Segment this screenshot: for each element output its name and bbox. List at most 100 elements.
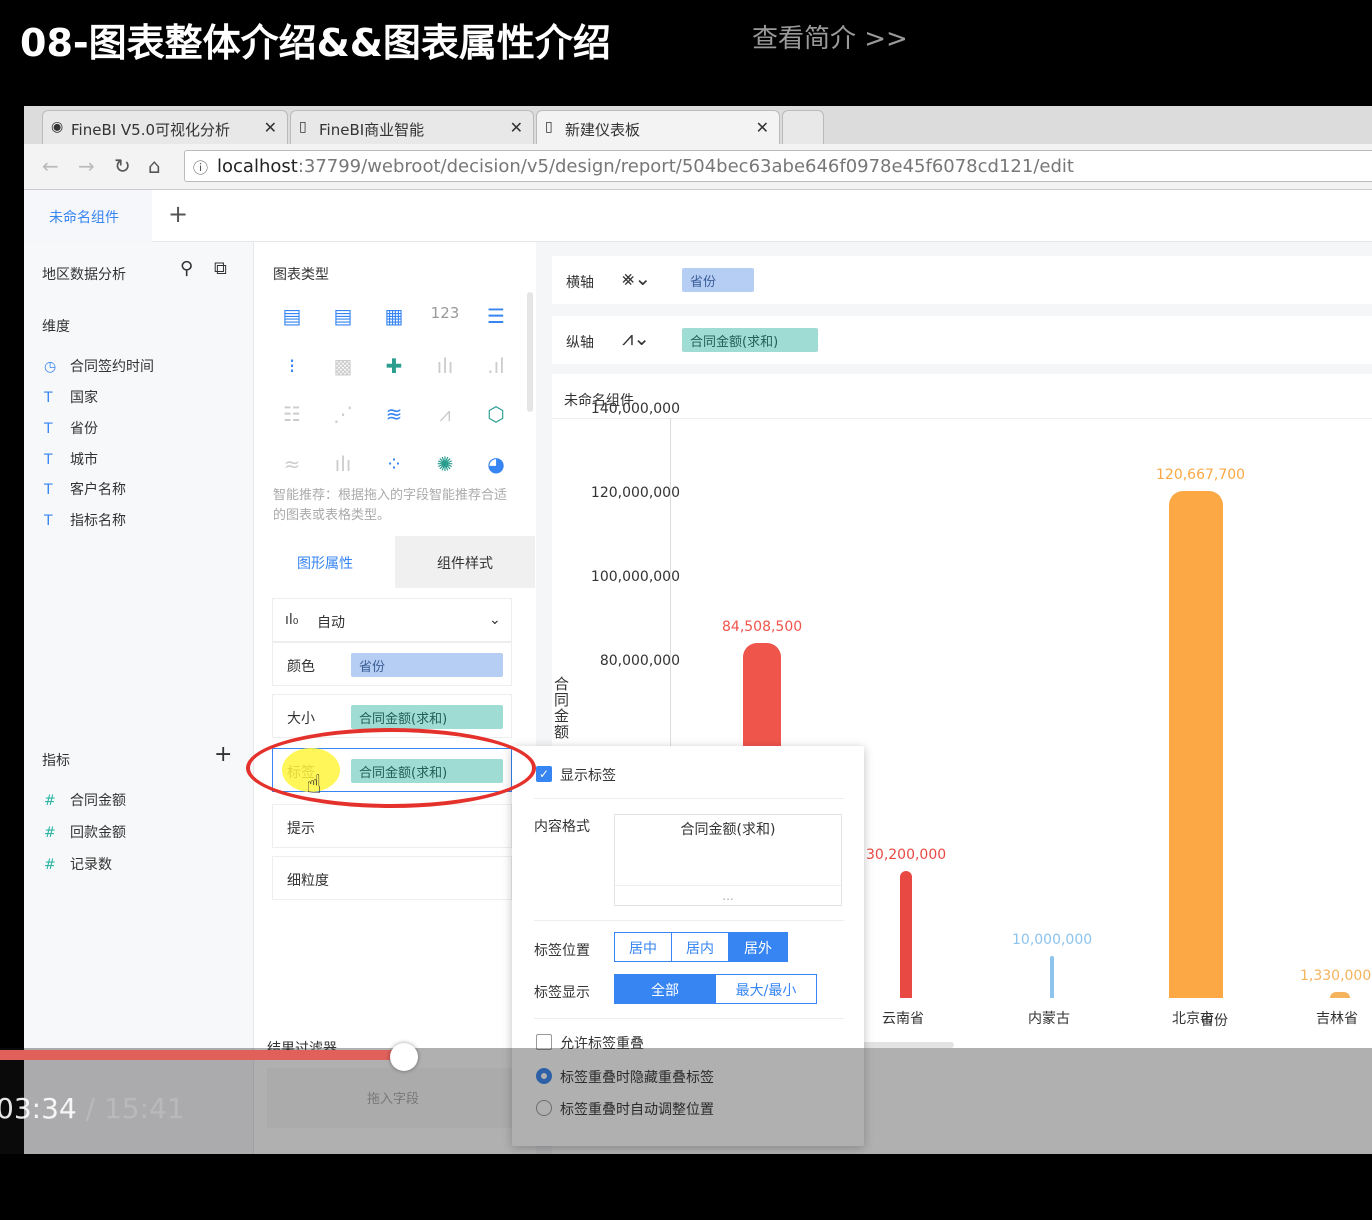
view-intro-link[interactable]: 查看简介 >> <box>752 18 908 55</box>
property-tabs: 图形属性 组件样式 <box>255 536 535 588</box>
dataset-name: 地区数据分析 <box>42 267 126 283</box>
area-chart-icon[interactable]: ⩘ <box>430 402 460 428</box>
content-field: 合同金额(求和) <box>680 822 776 838</box>
position-inside-button[interactable]: 居内 <box>671 932 729 962</box>
dimension-field[interactable]: T 省份 <box>44 418 98 438</box>
divider <box>534 920 844 921</box>
text-type-icon: T <box>44 421 53 437</box>
component-tab[interactable]: 未命名组件 <box>24 190 152 242</box>
number-type-icon: # <box>44 793 56 809</box>
multi-bar-icon[interactable]: ⁝ <box>277 354 307 380</box>
content-format-editor[interactable]: 合同金额(求和) ... <box>614 814 842 906</box>
tab-shape-properties[interactable]: 图形属性 <box>255 536 395 588</box>
y-axis-title: 合同金额 <box>554 675 570 741</box>
dimension-field[interactable]: T 国家 <box>44 387 98 407</box>
measure-field[interactable]: # 合同金额 <box>44 790 126 810</box>
auto-label: 自动 <box>317 615 345 631</box>
field-name: 合同签约时间 <box>70 359 154 375</box>
video-progress-bar[interactable] <box>0 1050 404 1060</box>
x-tick-label: 北京市 <box>1172 1011 1214 1027</box>
chart-config-pane: 图表类型 ▤ ▤ ▦ 123 ☰ ⁝ ▩ ✚ ılı .ıl ☷ ⋰ ≋ ⩘ ⬡… <box>255 242 535 1154</box>
tab-label: 新建仪表板 <box>565 121 641 139</box>
axis-type-icon[interactable]: ⨳⌄ <box>622 266 651 290</box>
display-all-button[interactable]: 全部 <box>614 974 716 1004</box>
scatter-mini-icon[interactable]: ⋰ <box>328 402 358 428</box>
position-center-button[interactable]: 居中 <box>614 932 672 962</box>
url-input[interactable]: ⓘ localhost:37799/webroot/decision/v5/de… <box>184 150 1372 182</box>
dimension-field[interactable]: T 城市 <box>44 449 98 469</box>
cross-table-icon[interactable]: ▦ <box>379 304 409 330</box>
field-name: 城市 <box>70 452 98 468</box>
stacked-bar-icon[interactable]: ☷ <box>277 402 307 428</box>
add-component-button[interactable]: + <box>168 200 188 228</box>
scatter-chart-icon[interactable]: ⁘ <box>379 452 409 478</box>
reload-icon[interactable]: ↻ <box>114 154 131 178</box>
video-progress-knob[interactable] <box>390 1043 418 1071</box>
detail-table-icon[interactable]: ☰ <box>481 304 511 330</box>
tooltip-property-row[interactable]: 提示 <box>272 804 512 848</box>
close-icon[interactable]: ✕ <box>510 118 523 137</box>
kpi-chart-icon[interactable]: 123 <box>430 304 460 330</box>
column-chart-icon[interactable]: .ıl <box>481 354 511 380</box>
dimension-field[interactable]: ◷ 合同签约时间 <box>44 356 154 376</box>
measure-field[interactable]: # 回款金额 <box>44 822 126 842</box>
chart-bar[interactable] <box>1050 956 1054 998</box>
show-label-checkbox[interactable]: ✓ <box>536 766 552 782</box>
annotation-circle <box>246 728 536 808</box>
chart-type-header: 图表类型 <box>273 267 329 283</box>
close-icon[interactable]: ✕ <box>756 118 769 137</box>
heatmap-icon[interactable]: ▩ <box>328 354 358 380</box>
box-chart-icon[interactable]: ✚ <box>379 354 409 380</box>
close-icon[interactable]: ✕ <box>264 118 277 137</box>
switch-dataset-icon[interactable]: ⧉ <box>214 258 227 279</box>
display-maxmin-button[interactable]: 最大/最小 <box>715 974 817 1004</box>
chart-bar[interactable] <box>1330 992 1350 998</box>
color-property-row[interactable]: 颜色 省份 <box>272 642 512 686</box>
dimension-field[interactable]: T 指标名称 <box>44 510 126 530</box>
address-bar: ← → ↻ ⌂ ⓘ localhost:37799/webroot/decisi… <box>24 144 1372 190</box>
label-position-label: 标签位置 <box>534 943 590 959</box>
pie-chart-icon[interactable]: ◕ <box>481 452 511 478</box>
browser-tab-finebi-analysis[interactable]: ◉ FineBI V5.0可视化分析 ✕ <box>42 110 288 144</box>
x-axis-field-pill[interactable]: 省份 <box>682 268 754 292</box>
waterfall-icon[interactable]: ılı <box>328 452 358 478</box>
page-icon: ▯ <box>299 119 307 135</box>
line-chart-icon[interactable]: ≋ <box>379 402 409 428</box>
position-outside-button[interactable]: 居外 <box>728 932 788 962</box>
property-key: 大小 <box>287 711 315 727</box>
search-icon[interactable]: ⚲ <box>180 258 193 279</box>
forward-icon[interactable]: → <box>78 154 95 178</box>
field-name: 记录数 <box>70 857 112 873</box>
chart-bar[interactable] <box>1169 491 1223 998</box>
tab-component-style[interactable]: 组件样式 <box>395 536 535 588</box>
radar-chart-icon[interactable]: ⬡ <box>481 402 511 428</box>
x-tick-label: 云南省 <box>882 1011 924 1027</box>
range-area-icon[interactable]: ≈ <box>277 452 307 478</box>
chart-bar[interactable] <box>900 871 912 998</box>
new-tab-button[interactable] <box>782 110 824 144</box>
table-chart-icon[interactable]: ▤ <box>277 304 307 330</box>
property-key: 颜色 <box>287 659 315 675</box>
color-field-pill[interactable]: 省份 <box>351 653 503 677</box>
recommend-text: 智能推荐：根据拖入的字段智能推荐合适的图表或表格类型。 <box>273 488 508 523</box>
info-icon: ⓘ <box>193 159 209 177</box>
home-icon[interactable]: ⌂ <box>148 154 161 178</box>
add-measure-button[interactable]: + <box>214 742 232 767</box>
more-icon[interactable]: ... <box>615 889 841 903</box>
size-field-pill[interactable]: 合同金额(求和) <box>351 705 503 729</box>
bubble-chart-icon[interactable]: ✺ <box>430 452 460 478</box>
dimension-field[interactable]: T 客户名称 <box>44 479 126 499</box>
back-icon[interactable]: ← <box>42 154 59 178</box>
browser-tab-new-dashboard[interactable]: ▯ 新建仪表板 ✕ <box>536 110 780 144</box>
grouped-table-icon[interactable]: ▤ <box>328 304 358 330</box>
shape-type-select[interactable]: ıl₀ 自动 ⌄ <box>272 598 512 642</box>
measure-field[interactable]: # 记录数 <box>44 854 112 874</box>
axis-type-icon[interactable]: ⩘⌄ <box>622 326 650 350</box>
tab-label: FineBI商业智能 <box>319 121 425 139</box>
granularity-property-row[interactable]: 细粒度 <box>272 856 512 900</box>
field-name: 合同金额 <box>70 793 126 809</box>
bar-chart-icon[interactable]: ılı <box>430 354 460 380</box>
y-axis-field-pill[interactable]: 合同金额(求和) <box>682 328 818 352</box>
scrollbar[interactable] <box>527 292 533 412</box>
browser-tab-finebi-bi[interactable]: ▯ FineBI商业智能 ✕ <box>290 110 534 144</box>
